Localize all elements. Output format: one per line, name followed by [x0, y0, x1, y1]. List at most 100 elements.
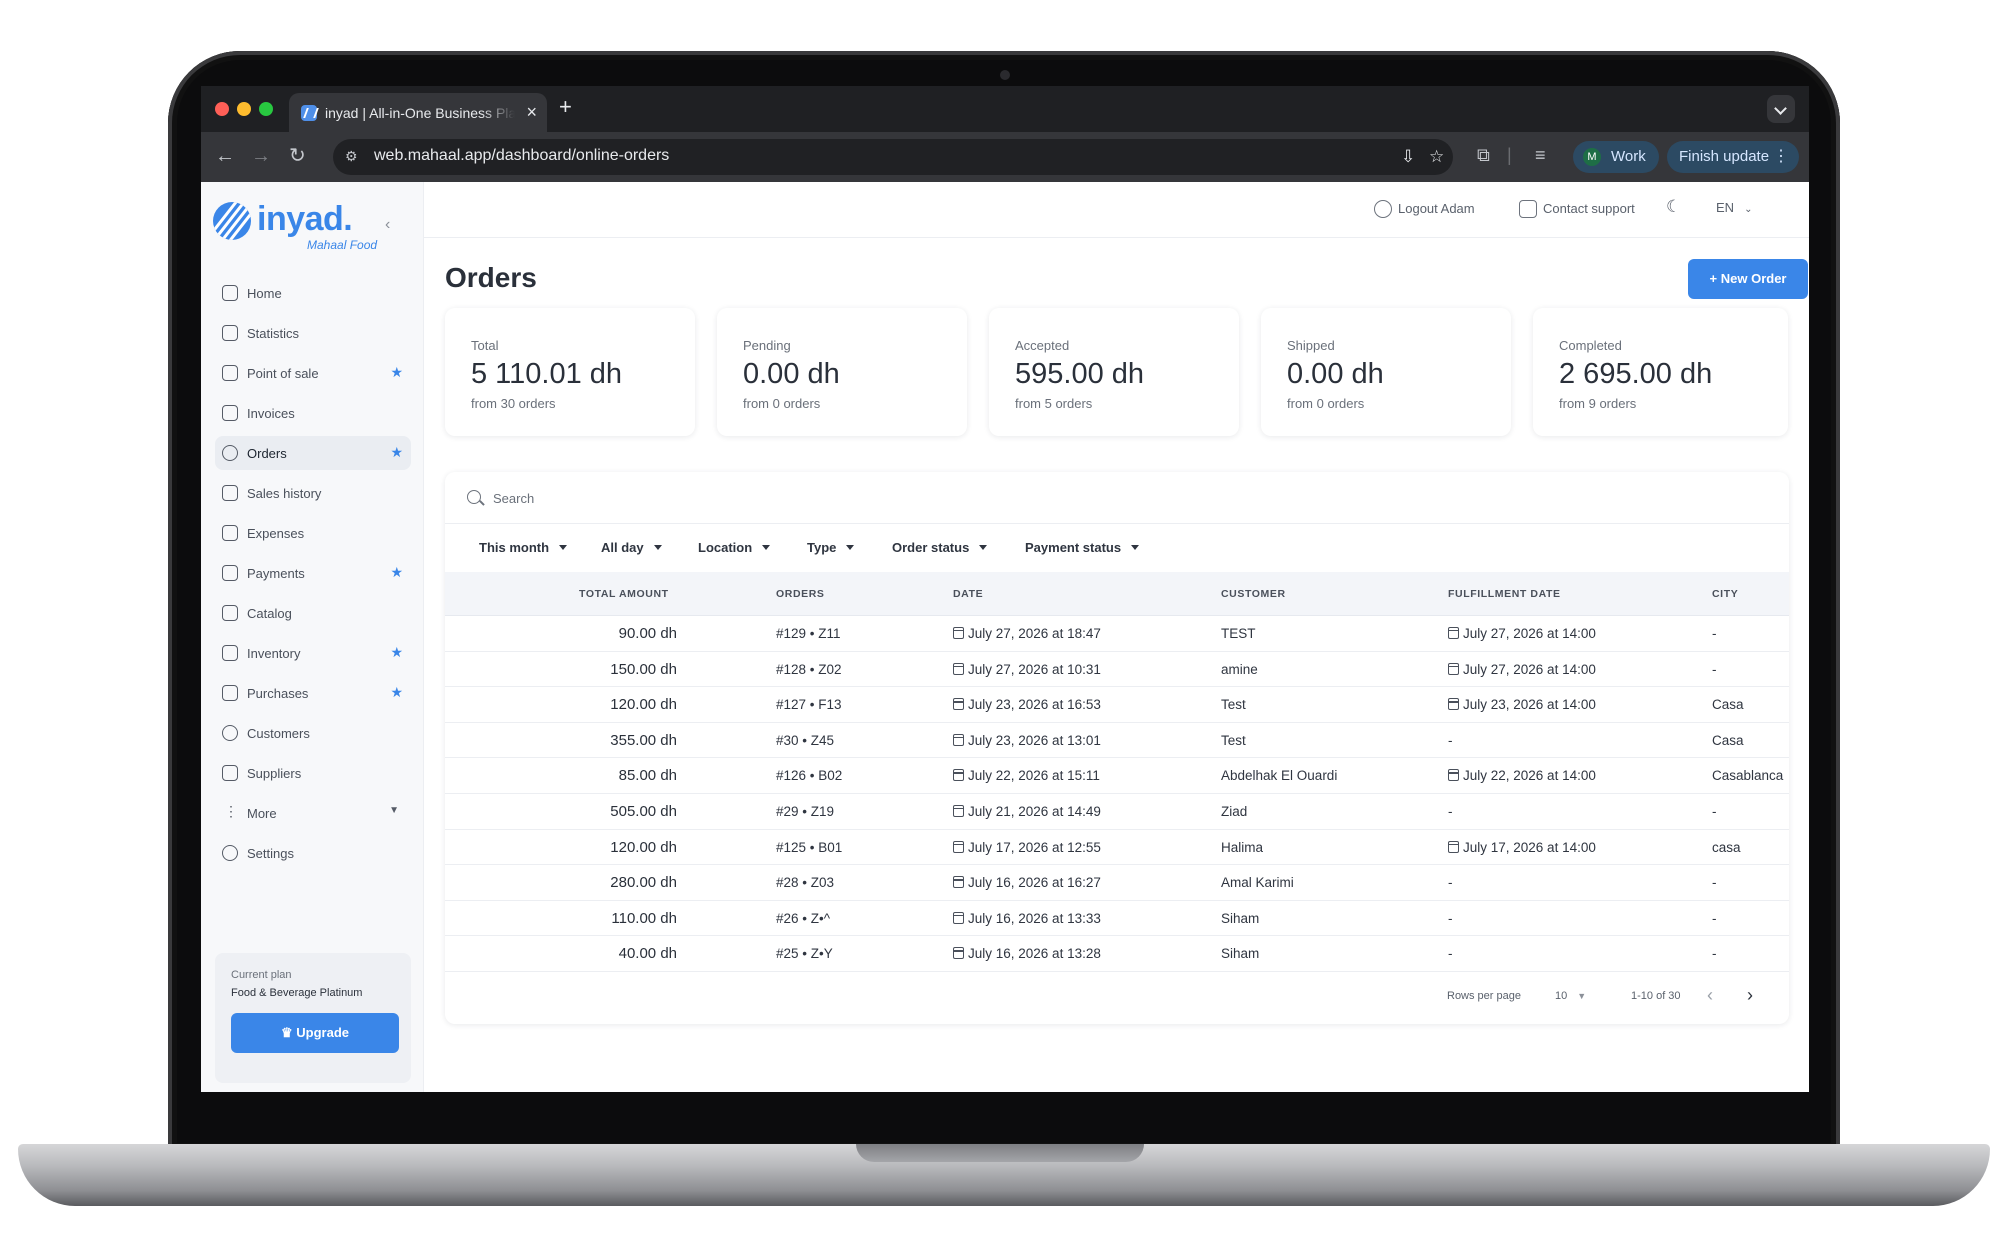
sidebar-item-label: Statistics — [247, 326, 300, 341]
sidebar-item-label: Orders — [247, 446, 287, 461]
forward-icon[interactable]: → — [251, 145, 271, 167]
caret-down-icon — [559, 545, 568, 550]
pin-star-icon[interactable]: ★ — [390, 444, 403, 461]
filter-this-month[interactable]: This month — [479, 540, 568, 555]
filter-payment-status[interactable]: Payment status — [1025, 540, 1140, 555]
site-settings-icon[interactable]: ⚙ — [345, 148, 363, 166]
filter-location[interactable]: Location — [698, 540, 771, 555]
contact-support-button[interactable]: Contact support — [1519, 200, 1635, 218]
sidebar-item-statistics[interactable]: Statistics — [215, 316, 411, 350]
sidebar-item-label: Expenses — [247, 526, 305, 541]
logout-button[interactable]: Logout Adam — [1374, 200, 1475, 218]
tab-close-icon[interactable]: × — [526, 102, 537, 122]
sidebar-item-invoices[interactable]: Invoices — [215, 396, 411, 430]
sidebar-item-settings[interactable]: Settings — [215, 836, 411, 870]
column-header[interactable]: DATE — [953, 588, 983, 600]
column-header[interactable]: CITY — [1712, 588, 1738, 600]
browser-tab[interactable]: inyad | All-in-One Business Platform × — [289, 93, 547, 132]
sidebar-item-purchases[interactable]: Purchases ★ — [215, 676, 411, 710]
filter-all-day[interactable]: All day — [601, 540, 662, 555]
filter-type[interactable]: Type — [807, 540, 855, 555]
rows-per-page-select[interactable]: 10 ▼ — [1555, 990, 1586, 1002]
finish-update-button[interactable]: Finish update ⋮ — [1667, 141, 1799, 173]
reading-list-icon[interactable]: ≡ — [1535, 145, 1546, 166]
dark-mode-toggle-icon[interactable]: ☾ — [1666, 197, 1681, 217]
table-row[interactable]: 280.00 dh #28 • Z03 July 16, 2026 at 16:… — [445, 865, 1789, 901]
sidebar-item-sales-history[interactable]: Sales history — [215, 476, 411, 510]
support-label: Contact support — [1543, 201, 1635, 216]
language-select[interactable]: EN ⌄ — [1716, 200, 1752, 215]
date-text: July 23, 2026 at 13:01 — [968, 732, 1101, 748]
date-text: July 23, 2026 at 16:53 — [968, 697, 1101, 713]
sidebar: inyad. Mahaal Food ‹ Home Statistics Poi… — [201, 182, 424, 1092]
brand-logo[interactable]: inyad. Mahaal Food — [213, 200, 383, 256]
table-row[interactable]: 355.00 dh #30 • Z45 July 23, 2026 at 13:… — [445, 723, 1789, 759]
table-row[interactable]: 505.00 dh #29 • Z19 July 21, 2026 at 14:… — [445, 794, 1789, 830]
sidebar-item-label: Sales history — [247, 486, 322, 501]
bookmark-star-icon[interactable]: ☆ — [1429, 147, 1444, 167]
stat-sub: from 9 orders — [1559, 396, 1637, 411]
search-input[interactable] — [493, 486, 1093, 510]
stat-card-pending: Pending 0.00 dh from 0 orders — [717, 308, 967, 436]
sidebar-item-label: Suppliers — [247, 766, 302, 781]
sidebar-item-orders[interactable]: Orders ★ — [215, 436, 411, 470]
extensions-icon[interactable]: ⧉ — [1477, 145, 1490, 166]
reload-icon[interactable]: ↻ — [289, 145, 306, 167]
table-row[interactable]: 40.00 dh #25 • Z•Y July 16, 2026 at 13:2… — [445, 936, 1789, 972]
next-page-icon[interactable]: › — [1747, 985, 1753, 1006]
column-header[interactable]: ORDERS — [776, 588, 825, 600]
back-icon[interactable]: ← — [215, 145, 235, 167]
sidebar-item-label: Purchases — [247, 686, 309, 701]
sidebar-item-point-of-sale[interactable]: Point of sale ★ — [215, 356, 411, 390]
city-cell: - — [1712, 803, 1717, 819]
table-row[interactable]: 120.00 dh #125 • B01 July 17, 2026 at 12… — [445, 830, 1789, 866]
sidebar-item-suppliers[interactable]: Suppliers — [215, 756, 411, 790]
tab-search-button[interactable] — [1767, 95, 1795, 123]
amount-cell: 505.00 dh — [610, 802, 677, 820]
previous-page-icon[interactable]: ‹ — [1707, 985, 1713, 1006]
table-body: 90.00 dh #129 • Z11 July 27, 2026 at 18:… — [445, 616, 1789, 972]
profile-button[interactable]: M Work — [1573, 141, 1659, 173]
new-order-button[interactable]: + New Order — [1688, 259, 1808, 299]
pin-star-icon[interactable]: ★ — [390, 364, 403, 381]
sidebar-item-inventory[interactable]: Inventory ★ — [215, 636, 411, 670]
pin-star-icon[interactable]: ★ — [390, 684, 403, 701]
sidebar-item-expenses[interactable]: Expenses — [215, 516, 411, 550]
table-row[interactable]: 90.00 dh #129 • Z11 July 27, 2026 at 18:… — [445, 616, 1789, 652]
install-app-icon[interactable]: ⇩ — [1401, 147, 1415, 167]
table-row[interactable]: 150.00 dh #128 • Z02 July 27, 2026 at 10… — [445, 652, 1789, 688]
customer-cell: Amal Karimi — [1221, 875, 1294, 891]
column-header[interactable]: CUSTOMER — [1221, 588, 1286, 600]
date-text: July 16, 2026 at 16:27 — [968, 875, 1101, 891]
pin-star-icon[interactable]: ★ — [390, 644, 403, 661]
table-row[interactable]: 110.00 dh #26 • Z•^ July 16, 2026 at 13:… — [445, 901, 1789, 937]
monitor-icon — [222, 365, 238, 381]
stat-value: 0.00 dh — [1287, 358, 1384, 390]
collapse-sidebar-icon[interactable]: ‹ — [385, 216, 390, 234]
address-bar[interactable]: ⚙ web.mahaal.app/dashboard/online-orders… — [333, 139, 1453, 175]
fulfillment-text: July 17, 2026 at 14:00 — [1463, 839, 1596, 855]
sidebar-item-customers[interactable]: Customers — [215, 716, 411, 750]
column-header[interactable]: FULFILLMENT DATE — [1448, 588, 1561, 600]
finish-update-label: Finish update — [1679, 148, 1770, 165]
column-header[interactable]: TOTAL AMOUNT — [579, 588, 669, 600]
sidebar-item-home[interactable]: Home — [215, 276, 411, 310]
sidebar-item-label: More — [247, 806, 277, 821]
window-close-button[interactable] — [215, 102, 229, 116]
table-row[interactable]: 85.00 dh #126 • B02 July 22, 2026 at 15:… — [445, 758, 1789, 794]
filter-order-status[interactable]: Order status — [892, 540, 988, 555]
table-row[interactable]: 120.00 dh #127 • F13 July 23, 2026 at 16… — [445, 687, 1789, 723]
grid-icon — [222, 605, 238, 621]
window-minimize-button[interactable] — [237, 102, 251, 116]
pin-star-icon[interactable]: ★ — [390, 564, 403, 581]
calendar-icon — [953, 662, 964, 675]
calendar-icon — [953, 698, 964, 711]
new-tab-button[interactable]: + — [559, 94, 572, 120]
sidebar-item-payments[interactable]: Payments ★ — [215, 556, 411, 590]
sidebar-item-more[interactable]: ⋮ More ▼ — [215, 796, 411, 830]
window-zoom-button[interactable] — [259, 102, 273, 116]
sidebar-item-label: Settings — [247, 846, 294, 861]
upgrade-button[interactable]: ♛ Upgrade — [231, 1013, 399, 1053]
plus-icon: + — [1709, 271, 1721, 286]
sidebar-item-catalog[interactable]: Catalog — [215, 596, 411, 630]
